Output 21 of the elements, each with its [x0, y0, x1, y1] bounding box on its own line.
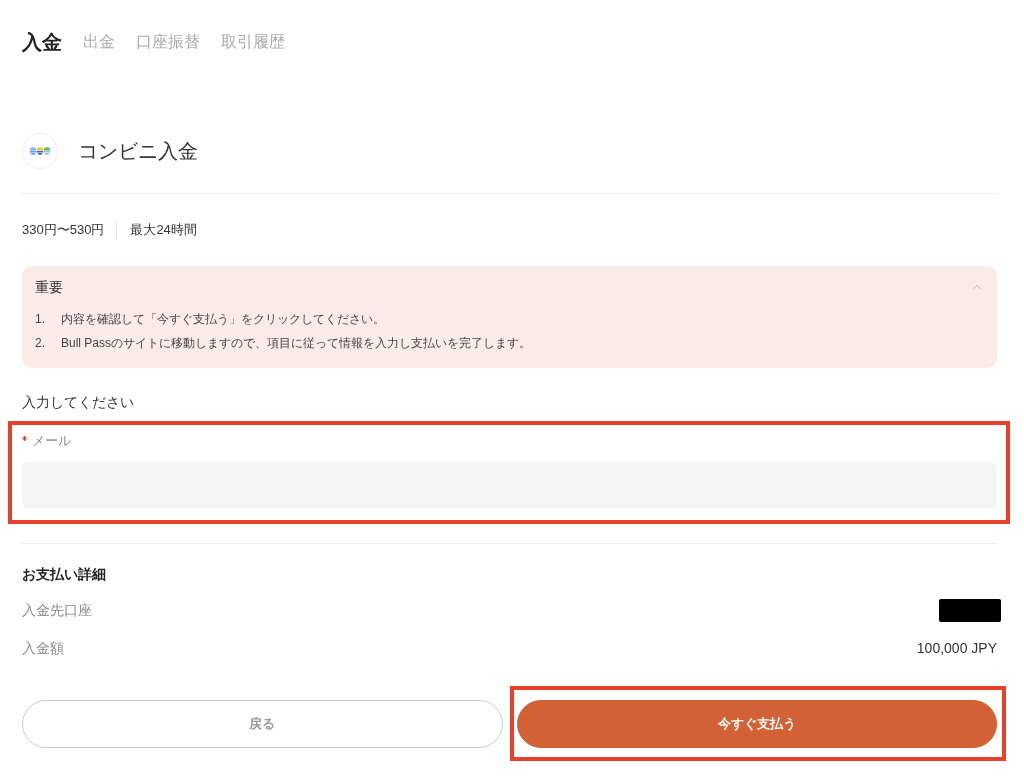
detail-label: 入金先口座 [22, 601, 92, 620]
convenience-store-logo-icon [22, 133, 58, 169]
notice-text: Bull Passのサイトに移動しますので、項目に従って情報を入力し支払いを完了します。 [61, 335, 532, 352]
form-heading: 入力してください [22, 393, 135, 412]
tab[interactable]: 取引履歴 [221, 28, 285, 56]
detail-label: 入金額 [22, 639, 64, 658]
list-number: 1. [35, 311, 46, 328]
tab[interactable]: 入金 [22, 28, 62, 56]
pay-now-button[interactable]: 今すぐ支払う [516, 700, 997, 748]
processing-time: 最大24時間 [130, 221, 197, 239]
method-title: コンビニ入金 [78, 139, 198, 164]
tab[interactable]: 出金 [83, 28, 115, 56]
back-button[interactable]: 戻る [22, 700, 503, 748]
notice-title: 重要 [35, 278, 63, 297]
details-title: お支払い詳細 [22, 565, 107, 584]
tab[interactable]: 口座振替 [136, 28, 200, 56]
list-number: 2. [35, 335, 46, 352]
field-label: メール [32, 432, 71, 450]
detail-value: 100,000 JPY [916, 639, 997, 658]
notice-text: 内容を確認して「今すぐ支払う」をクリックしてください。 [61, 311, 385, 328]
fee-range: 330円〜530円 [22, 221, 105, 239]
